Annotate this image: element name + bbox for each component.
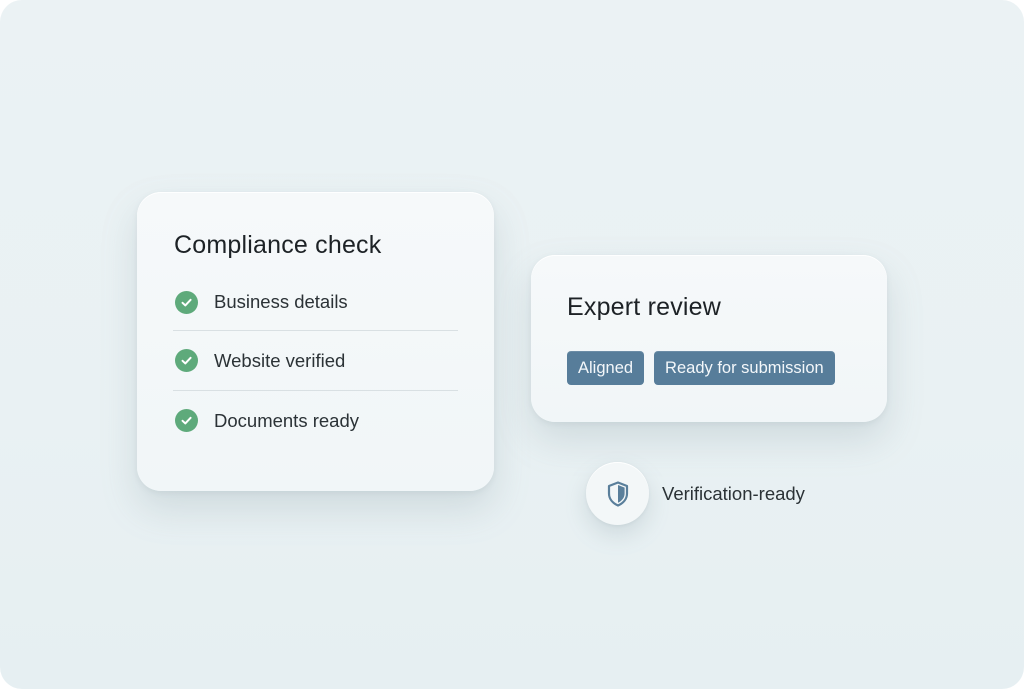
compliance-card: Compliance check Business details Websit…	[137, 192, 494, 491]
verification-label: Verification-ready	[662, 482, 805, 504]
shield-icon	[607, 480, 628, 507]
check-circle-icon	[175, 409, 198, 432]
checklist-item-label: Website verified	[214, 349, 346, 371]
check-circle-icon	[175, 349, 198, 372]
tag-aligned: Aligned	[567, 351, 645, 385]
shield-badge	[586, 462, 649, 525]
review-tags: Aligned Ready for submission	[567, 351, 835, 385]
tag-ready-for-submission: Ready for submission	[654, 351, 835, 385]
expert-review-title: Expert review	[567, 293, 722, 321]
canvas: Compliance check Business details Websit…	[0, 0, 1024, 689]
checklist-item-label: Business details	[214, 291, 348, 312]
compliance-checklist: Business details Website verified Docume…	[173, 288, 458, 450]
checklist-item-label: Documents ready	[214, 409, 359, 431]
check-circle-icon	[175, 290, 198, 314]
compliance-title: Compliance check	[174, 231, 382, 259]
checklist-item-documents-ready: Documents ready	[173, 391, 458, 450]
verification-badge: Verification-ready	[586, 462, 805, 525]
checklist-item-business-details: Business details	[173, 274, 458, 331]
expert-review-card: Expert review Aligned Ready for submissi…	[531, 255, 887, 422]
checklist-item-website-verified: Website verified	[173, 331, 458, 391]
